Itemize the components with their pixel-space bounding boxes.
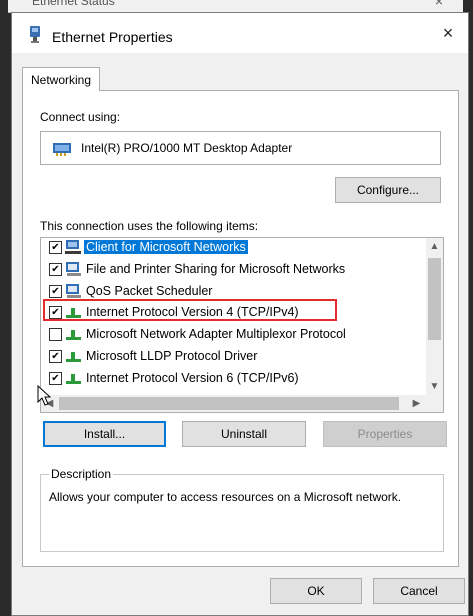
protocol-icon [65, 371, 83, 389]
service-icon [65, 262, 83, 280]
items-list[interactable]: ✔ Client for Microsoft Networks ✔ File a… [40, 237, 444, 413]
list-item[interactable]: ✔ Client for Microsoft Networks [41, 238, 425, 258]
uninstall-button[interactable]: Uninstall [182, 421, 306, 447]
item-label: Microsoft LLDP Protocol Driver [86, 349, 258, 363]
list-item[interactable]: Microsoft Network Adapter Multiplexor Pr… [41, 324, 425, 345]
item-label: Microsoft Network Adapter Multiplexor Pr… [86, 327, 346, 341]
network-card-icon [53, 141, 73, 160]
network-adapter-icon [28, 26, 42, 47]
checkbox[interactable]: ✔ [49, 350, 62, 363]
adapter-name: Intel(R) PRO/1000 MT Desktop Adapter [81, 141, 293, 155]
list-item[interactable]: ✔ Internet Protocol Version 4 (TCP/IPv4) [41, 302, 425, 323]
description-text: Allows your computer to access resources… [49, 490, 402, 504]
list-item[interactable]: ✔ Microsoft LLDP Protocol Driver [41, 346, 425, 367]
checkbox[interactable]: ✔ [49, 241, 62, 254]
checkbox[interactable]: ✔ [49, 372, 62, 385]
adapter-box: Intel(R) PRO/1000 MT Desktop Adapter [40, 131, 441, 165]
vertical-scroll-thumb[interactable] [428, 258, 441, 340]
protocol-icon [65, 349, 83, 367]
ok-button[interactable]: OK [270, 578, 362, 604]
background-window-title: Ethernet Status [32, 0, 115, 8]
cancel-button[interactable]: Cancel [373, 578, 465, 604]
checkbox[interactable]: ✔ [49, 263, 62, 276]
checkbox[interactable]: ✔ [49, 285, 62, 298]
install-button[interactable]: Install... [43, 421, 166, 447]
item-label: Client for Microsoft Networks [84, 240, 248, 254]
items-label: This connection uses the following items… [40, 219, 259, 233]
properties-button[interactable]: Properties [323, 421, 447, 447]
horizontal-scroll-thumb[interactable] [59, 397, 399, 410]
item-label: Internet Protocol Version 4 (TCP/IPv4) [86, 305, 299, 319]
item-label: File and Printer Sharing for Microsoft N… [86, 262, 346, 276]
list-item[interactable]: ✔ QoS Packet Scheduler [41, 281, 425, 302]
background-close-icon[interactable]: × [435, 0, 443, 9]
connect-using-label: Connect using: [40, 110, 121, 124]
client-network-icon [65, 240, 83, 258]
checkbox[interactable]: ✔ [49, 306, 62, 319]
title-bar: Ethernet Properties × [12, 13, 468, 53]
ethernet-properties-dialog: Ethernet Properties × Networking Connect… [11, 12, 469, 616]
item-label: QoS Packet Scheduler [86, 284, 213, 298]
tab-networking[interactable]: Networking [22, 67, 101, 91]
networking-panel: Connect using: Intel(R) PRO/1000 MT Desk… [22, 90, 459, 567]
service-icon [65, 284, 83, 302]
list-item[interactable]: ✔ Internet Protocol Version 6 (TCP/IPv6) [41, 368, 425, 389]
scroll-down-icon[interactable]: ▼ [426, 378, 443, 395]
protocol-icon [65, 327, 83, 345]
horizontal-scrollbar[interactable]: ◀ ▶ [41, 395, 443, 412]
scroll-right-icon[interactable]: ▶ [408, 395, 425, 412]
description-group: Description Allows your computer to acce… [40, 467, 444, 552]
checkbox[interactable] [49, 328, 62, 341]
dialog-title: Ethernet Properties [52, 29, 173, 45]
mouse-cursor-icon [37, 384, 52, 410]
configure-button[interactable]: Configure... [335, 177, 441, 203]
vertical-scrollbar[interactable]: ▲ ▼ [426, 238, 443, 395]
scroll-up-icon[interactable]: ▲ [426, 238, 443, 255]
close-button[interactable]: × [428, 19, 468, 47]
protocol-icon [65, 305, 83, 323]
description-legend: Description [49, 467, 114, 481]
list-item[interactable]: ✔ File and Printer Sharing for Microsoft… [41, 259, 425, 280]
item-label: Internet Protocol Version 6 (TCP/IPv6) [86, 371, 299, 385]
